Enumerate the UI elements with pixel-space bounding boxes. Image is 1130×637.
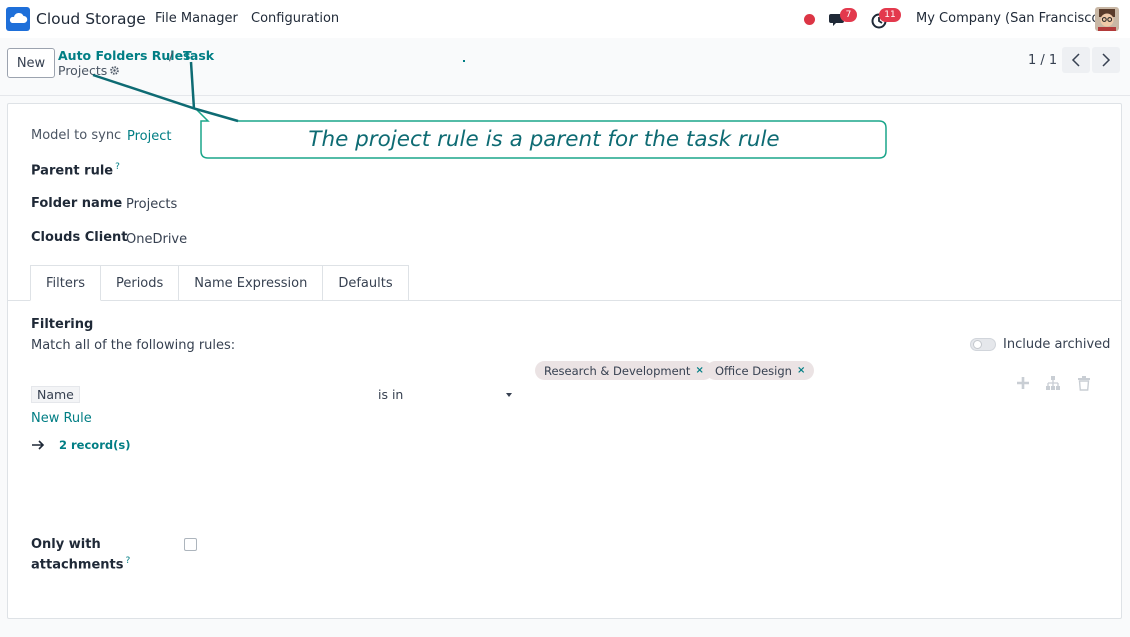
folder-name-value[interactable]: Projects xyxy=(126,197,177,212)
trash-icon[interactable] xyxy=(1076,375,1092,391)
attachments-label-text: attachments xyxy=(31,557,124,573)
chat-count-badge: 7 xyxy=(840,8,857,22)
parent-rule-help-icon[interactable]: ? xyxy=(115,162,120,172)
control-panel-divider xyxy=(0,95,1130,96)
pager-next-button[interactable] xyxy=(1092,47,1120,73)
menu-file-manager[interactable]: File Manager xyxy=(155,11,238,26)
toggle-knob xyxy=(973,340,982,349)
tabs-divider xyxy=(8,300,1121,301)
tag-remove-icon[interactable]: × xyxy=(797,365,805,376)
caret-down-icon[interactable] xyxy=(506,393,512,397)
records-count-link[interactable]: 2 record(s) xyxy=(59,438,130,452)
chevron-left-icon xyxy=(1071,53,1080,67)
folder-name-label: Folder name xyxy=(31,196,123,211)
filtering-heading: Filtering xyxy=(31,317,94,332)
top-navbar: Cloud Storage File Manager Configuration… xyxy=(0,0,1130,38)
annotation-text: The project rule is a parent for the tas… xyxy=(308,126,780,152)
tag-label: Research & Development xyxy=(544,363,691,378)
clouds-client-value[interactable]: OneDrive xyxy=(126,232,187,247)
breadcrumb-separator: / xyxy=(169,48,174,63)
rule-operator-select[interactable]: is in xyxy=(378,387,403,402)
status-dot-icon[interactable] xyxy=(804,14,815,25)
breadcrumb-current: Projects xyxy=(58,63,120,78)
tag-research-development: Research & Development × xyxy=(535,361,713,380)
tag-label: Office Design xyxy=(715,363,792,378)
breadcrumb-task[interactable]: Task xyxy=(183,48,214,63)
chevron-right-icon xyxy=(1102,53,1111,67)
pager-previous-button[interactable] xyxy=(1062,47,1090,73)
tab-name-expression[interactable]: Name Expression xyxy=(178,265,324,301)
tag-office-design: Office Design × xyxy=(706,361,815,380)
new-rule-link[interactable]: New Rule xyxy=(31,411,92,426)
company-switcher[interactable]: My Company (San Francisco) xyxy=(916,11,1104,26)
include-archived-label[interactable]: Include archived xyxy=(1003,337,1110,352)
attachments-help-icon[interactable]: ? xyxy=(126,556,131,566)
only-with-attachments-label: Only with xyxy=(31,537,101,552)
tab-defaults[interactable]: Defaults xyxy=(322,265,409,301)
cloud-storage-logo-icon[interactable] xyxy=(6,7,30,31)
tag-remove-icon[interactable]: × xyxy=(695,365,703,376)
app-name[interactable]: Cloud Storage xyxy=(36,10,146,28)
new-button[interactable]: New xyxy=(7,48,55,78)
tab-filters[interactable]: Filters xyxy=(30,265,101,301)
parent-rule-label-text: Parent rule xyxy=(31,163,114,179)
model-to-sync-value[interactable]: Project xyxy=(127,129,171,144)
activity-count-badge: 11 xyxy=(879,8,901,22)
clouds-client-label: Clouds Client xyxy=(31,230,128,245)
current-record-name: Projects xyxy=(58,63,108,78)
rule-field-select[interactable]: Name xyxy=(31,386,80,403)
pager-value[interactable]: 1 / 1 xyxy=(1028,53,1057,68)
arrow-right-icon xyxy=(32,440,45,450)
parent-rule-label: Parent rule? xyxy=(31,162,120,178)
include-archived-toggle[interactable] xyxy=(970,338,996,351)
match-rules-text: Match all of the following rules: xyxy=(31,338,236,353)
form-tabs: Filters Periods Name Expression Defaults xyxy=(30,265,409,301)
only-with-attachments-checkbox[interactable] xyxy=(184,538,197,551)
add-branch-icon[interactable] xyxy=(1045,375,1061,391)
tab-periods[interactable]: Periods xyxy=(99,265,180,301)
gear-icon[interactable] xyxy=(109,65,120,76)
user-avatar[interactable] xyxy=(1095,7,1119,31)
menu-configuration[interactable]: Configuration xyxy=(251,11,339,26)
stray-dot xyxy=(463,60,465,62)
add-rule-icon[interactable] xyxy=(1015,375,1031,391)
model-to-sync-label: Model to sync xyxy=(31,128,122,143)
only-with-attachments-label-line2: attachments? xyxy=(31,556,130,572)
